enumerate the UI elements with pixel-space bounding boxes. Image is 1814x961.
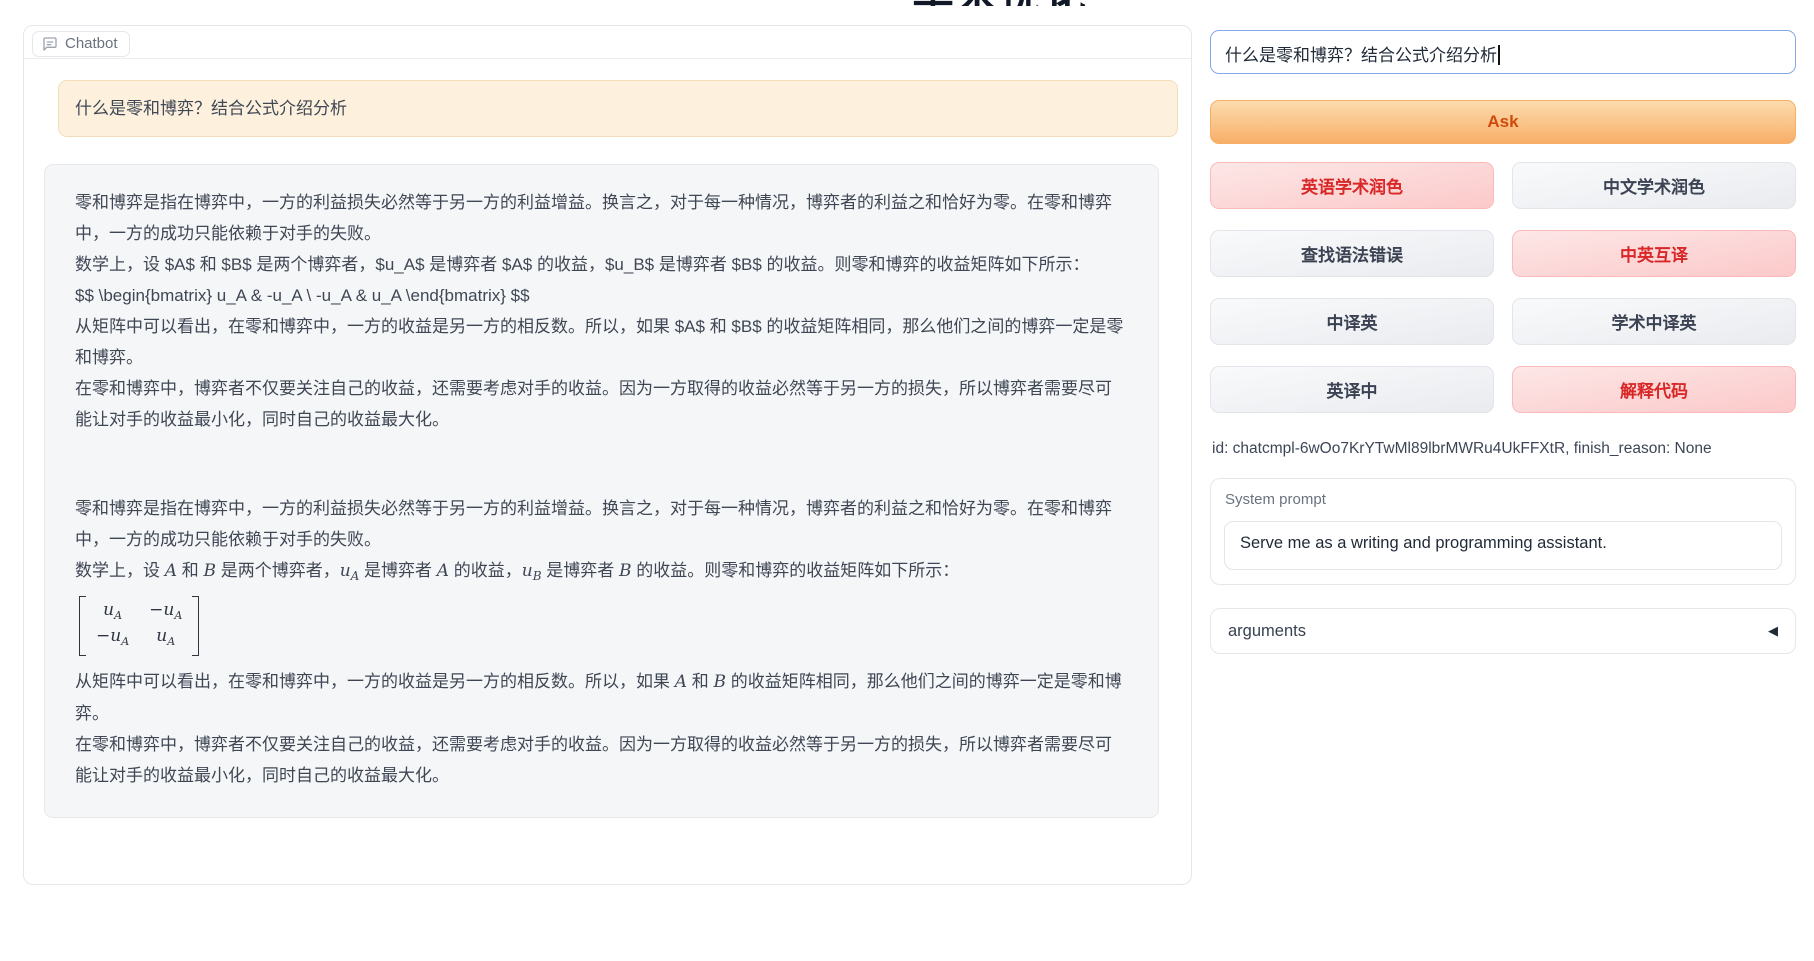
- text-caret: [1498, 45, 1500, 65]
- system-prompt-group: System prompt Serve me as a writing and …: [1210, 478, 1796, 585]
- math-var-B: B: [713, 672, 726, 692]
- bot-rendered-paragraph: 在零和博弈中，博弈者不仅要关注自己的收益，还需要考虑对手的收益。因为一方取得的收…: [75, 729, 1128, 791]
- math-var-uB: u: [522, 561, 533, 581]
- chat-message-area[interactable]: 什么是零和博弈？结合公式介绍分析 零和博弈是指在博弈中，一方的利益损失必然等于另…: [24, 60, 1191, 884]
- bot-raw-paragraph: 数学上，设 $A$ 和 $B$ 是两个博弈者，$u_A$ 是博弈者 $A$ 的收…: [75, 249, 1128, 280]
- latex-payoff-matrix: uA −uA −uA uA: [79, 596, 199, 656]
- btn-explain-code[interactable]: 解释代码: [1512, 366, 1796, 413]
- math-var-A: A: [165, 561, 177, 581]
- question-input-value: 什么是零和博弈？结合公式介绍分析: [1225, 46, 1497, 65]
- matrix-cell: −uA: [149, 600, 182, 626]
- btn-en-to-zh[interactable]: 英译中: [1210, 366, 1494, 413]
- bot-message-bubble: 零和博弈是指在博弈中，一方的利益损失必然等于另一方的利益增益。换言之，对于每一种…: [44, 164, 1159, 818]
- matrix-cell: uA: [149, 626, 182, 652]
- btn-academic-zh-to-en[interactable]: 学术中译英: [1512, 298, 1796, 345]
- bot-raw-paragraph: 从矩阵中可以看出，在零和博弈中，一方的收益是另一方的相反数。所以，如果 $A$ …: [75, 311, 1128, 373]
- btn-find-grammar-errors[interactable]: 查找语法错误: [1210, 230, 1494, 277]
- math-var-A: A: [437, 561, 449, 581]
- bot-raw-paragraph: 在零和博弈中，博弈者不仅要关注自己的收益，还需要考虑对手的收益。因为一方取得的收…: [75, 373, 1128, 435]
- system-prompt-input[interactable]: Serve me as a writing and programming as…: [1224, 521, 1782, 570]
- system-prompt-label: System prompt: [1225, 491, 1326, 508]
- chat-bubble-icon: [42, 36, 58, 52]
- matrix-cell: −uA: [96, 626, 129, 652]
- bot-raw-paragraph: 零和博弈是指在博弈中，一方的利益损失必然等于另一方的利益增益。换言之，对于每一种…: [75, 187, 1128, 249]
- matrix-left-bracket: [79, 596, 86, 656]
- system-prompt-value: Serve me as a writing and programming as…: [1240, 534, 1607, 552]
- user-message-text: 什么是零和博弈？结合公式介绍分析: [75, 99, 347, 118]
- btn-zh-to-en[interactable]: 中译英: [1210, 298, 1494, 345]
- btn-chinese-academic-polish[interactable]: 中文学术润色: [1512, 162, 1796, 209]
- function-button-grid: 英语学术润色 中文学术润色 查找语法错误 中英互译 中译英 学术中译英 英译中 …: [1210, 162, 1796, 413]
- matrix-cell: uA: [96, 600, 129, 626]
- bot-rendered-block: 零和博弈是指在博弈中，一方的利益损失必然等于另一方的利益增益。换言之，对于每一种…: [75, 493, 1128, 791]
- bot-rendered-math-paragraph: 数学上，设 A 和 B 是两个博弈者，uA 是博弈者 A 的收益，uB 是博弈者…: [75, 555, 1128, 592]
- chatbot-panel: Chatbot 什么是零和博弈？结合公式介绍分析 零和博弈是指在博弈中，一方的利…: [23, 25, 1192, 885]
- bot-raw-latex-line: $$ \begin{bmatrix} u_A & -u_A \ -u_A & u…: [75, 280, 1128, 311]
- ask-button[interactable]: Ask: [1210, 100, 1796, 144]
- math-var-uA: u: [340, 561, 351, 581]
- math-var-A: A: [675, 672, 687, 692]
- question-input[interactable]: 什么是零和博弈？结合公式介绍分析: [1210, 30, 1796, 74]
- user-message-bubble: 什么是零和博弈？结合公式介绍分析: [58, 80, 1178, 137]
- clipped-page-title: 学术优化: [860, 0, 1140, 6]
- matrix-right-bracket: [192, 596, 199, 656]
- bot-rendered-paragraph: 零和博弈是指在博弈中，一方的利益损失必然等于另一方的利益增益。换言之，对于每一种…: [75, 493, 1128, 555]
- status-line: id: chatcmpl-6wOo7KrYTwMl89lbrMWRu4UkFFX…: [1212, 440, 1796, 458]
- bot-raw-markdown-block: 零和博弈是指在博弈中，一方的利益损失必然等于另一方的利益增益。换言之，对于每一种…: [75, 187, 1128, 435]
- controls-column: 什么是零和博弈？结合公式介绍分析 Ask 英语学术润色 中文学术润色 查找语法错…: [1210, 0, 1796, 961]
- chatbot-label: Chatbot: [32, 31, 130, 57]
- arguments-accordion[interactable]: arguments ◀: [1210, 608, 1796, 654]
- accordion-label: arguments: [1228, 622, 1306, 641]
- math-var-B: B: [203, 561, 216, 581]
- bot-rendered-math-paragraph: 从矩阵中可以看出，在零和博弈中，一方的收益是另一方的相反数。所以，如果 A 和 …: [75, 666, 1128, 729]
- btn-english-academic-polish[interactable]: 英语学术润色: [1210, 162, 1494, 209]
- chatbot-header: Chatbot: [24, 26, 1191, 59]
- app-page: 学术优化 Chatbot 什么是零和博弈？结合公式介绍分析 零和博弈是指在博弈中…: [0, 0, 1814, 961]
- chatbot-label-text: Chatbot: [65, 35, 118, 52]
- btn-zh-en-mutual-translate[interactable]: 中英互译: [1512, 230, 1796, 277]
- collapse-triangle-icon: ◀: [1768, 623, 1778, 639]
- math-var-B: B: [619, 561, 632, 581]
